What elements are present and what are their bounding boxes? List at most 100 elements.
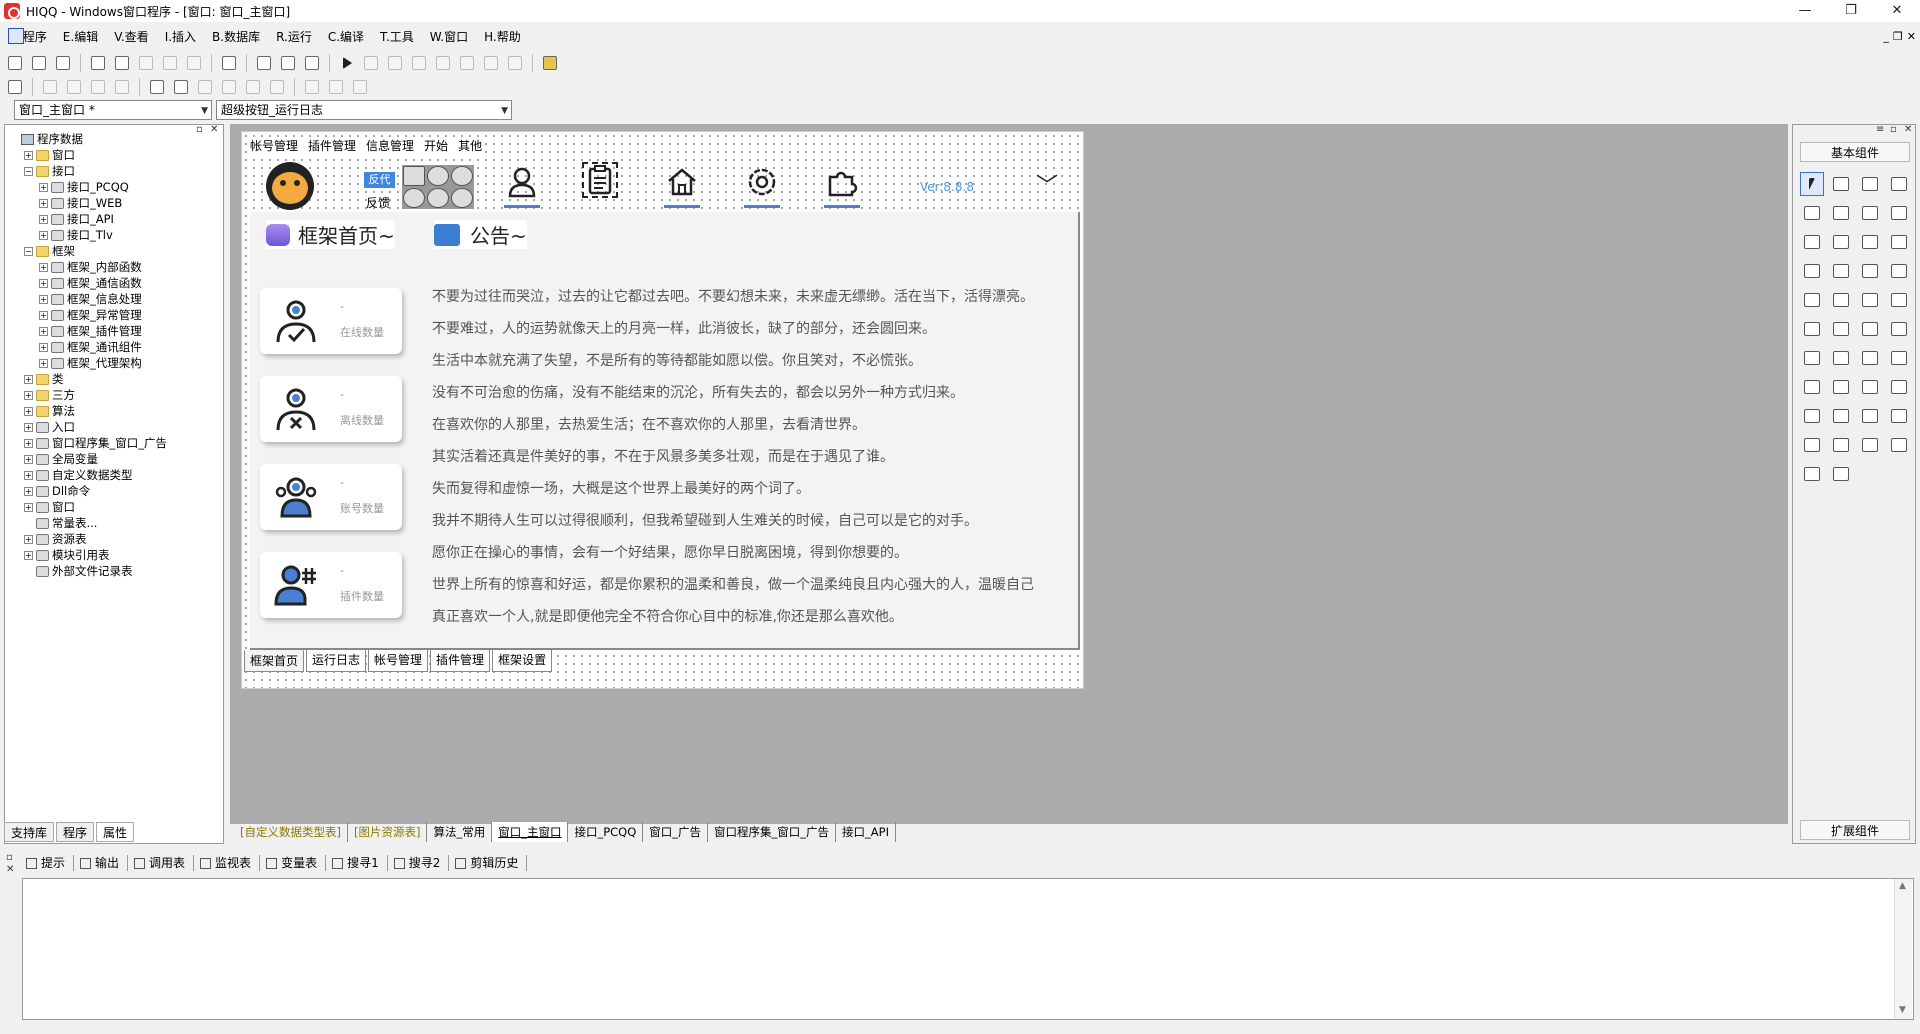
form-menu-other[interactable]: 其他 [458, 137, 482, 154]
step-1-icon[interactable] [384, 52, 406, 74]
align-left-icon[interactable] [39, 76, 61, 98]
menu-window[interactable]: W.窗口 [422, 24, 476, 50]
align-right-icon[interactable] [63, 76, 85, 98]
output-scrollbar[interactable]: ▲ ▼ [1894, 879, 1912, 1019]
component-icon[interactable] [1858, 317, 1882, 341]
right-panel-close-icon[interactable]: ✕ [1904, 124, 1912, 135]
tree-item[interactable]: + 接口_PCQQ [9, 179, 223, 195]
calendar-icon[interactable] [403, 166, 425, 186]
form-menu-start[interactable]: 开始 [424, 137, 448, 154]
component-icon[interactable] [1887, 404, 1911, 428]
expand-toggle-icon[interactable]: + [39, 326, 48, 336]
tree-item[interactable]: 外部文件记录表 [9, 563, 223, 579]
tree-item[interactable]: + 框架_通讯组件 [9, 339, 223, 355]
tree-item[interactable]: + 窗口 [9, 499, 223, 515]
tree-item[interactable]: + 框架_插件管理 [9, 323, 223, 339]
component-icon[interactable] [1800, 346, 1824, 370]
timer-icon[interactable] [427, 166, 449, 186]
layout-3-icon[interactable] [301, 52, 323, 74]
component-icon[interactable] [1800, 201, 1824, 225]
left-panel-close-icon[interactable]: ✕ [210, 124, 218, 135]
expand-toggle-icon[interactable]: + [24, 454, 33, 464]
tab-properties[interactable]: 属性 [96, 822, 135, 842]
layout-2-icon[interactable] [277, 52, 299, 74]
tab-plugin-manage[interactable]: 插件管理 [430, 650, 491, 672]
component-icon[interactable] [1829, 230, 1853, 254]
component-icon[interactable] [1800, 259, 1824, 283]
component-icon[interactable] [1887, 201, 1911, 225]
menu-help[interactable]: H.帮助 [476, 24, 529, 50]
expand-toggle-icon[interactable]: + [39, 310, 48, 320]
expand-toggle-icon[interactable]: + [24, 550, 33, 560]
expand-toggle-icon[interactable]: + [24, 438, 33, 448]
tree-item[interactable]: + 三方 [9, 387, 223, 403]
menu-view[interactable]: V.查看 [106, 24, 156, 50]
component-icon[interactable] [1887, 433, 1911, 457]
component-icon[interactable] [1887, 375, 1911, 399]
close-button[interactable]: ✕ [1874, 0, 1920, 22]
tab-run-log[interactable]: 运行日志 [306, 650, 367, 672]
tab-watch-table[interactable]: 监视表 [194, 855, 261, 871]
timer-icon[interactable] [427, 188, 449, 208]
component-icon[interactable] [1829, 433, 1853, 457]
maximize-button[interactable]: ❐ [1828, 0, 1874, 22]
component-icon[interactable] [1858, 375, 1882, 399]
timer-icon[interactable] [451, 166, 473, 186]
mdi-minimize-button[interactable]: _ [1883, 30, 1889, 43]
component-icon[interactable] [1887, 346, 1911, 370]
tree-item[interactable]: + 框架_信息处理 [9, 291, 223, 307]
component-icon[interactable] [1800, 230, 1824, 254]
tab-output[interactable]: 输出 [74, 855, 129, 871]
proxy-tag[interactable]: 反代 [364, 172, 395, 188]
component-icon[interactable] [1887, 317, 1911, 341]
tree-item[interactable]: + 接口_Tlv [9, 227, 223, 243]
expand-toggle-icon[interactable]: + [24, 374, 33, 384]
tree-item[interactable]: + 框架_代理架构 [9, 355, 223, 371]
component-icon[interactable] [1887, 172, 1911, 196]
step-3-icon[interactable] [432, 52, 454, 74]
cut-icon[interactable] [87, 52, 109, 74]
component-icon[interactable] [1800, 375, 1824, 399]
component-icon[interactable] [1800, 288, 1824, 312]
clipboard-icon[interactable] [582, 162, 618, 198]
component-icon[interactable] [1800, 317, 1824, 341]
tab-clip-history[interactable]: 剪辑历史 [449, 855, 528, 871]
tree-item[interactable]: + 窗口 [9, 147, 223, 163]
tree-item[interactable]: + 窗口程序集_窗口_广告 [9, 435, 223, 451]
control-select[interactable]: 超级按钮_运行日志 [216, 100, 512, 120]
stat-card-offline[interactable]: - 离线数量 [260, 376, 402, 442]
window-select[interactable]: 窗口_主窗口 * [14, 100, 212, 120]
tab-variable-table[interactable]: 变量表 [260, 855, 327, 871]
tree-item[interactable]: − 框架 [9, 243, 223, 259]
component-icon[interactable] [1829, 375, 1853, 399]
component-icon[interactable] [1858, 346, 1882, 370]
tree-item[interactable]: + 全局变量 [9, 451, 223, 467]
tree-item[interactable]: + 框架_内部函数 [9, 259, 223, 275]
expand-toggle-icon[interactable]: + [24, 150, 33, 160]
expand-toggle-icon[interactable]: + [24, 406, 33, 416]
tree-item[interactable]: + Dll命令 [9, 483, 223, 499]
expand-toggle-icon[interactable]: + [24, 502, 33, 512]
component-icon[interactable] [1858, 259, 1882, 283]
component-icon[interactable] [1887, 259, 1911, 283]
component-icon[interactable] [1800, 433, 1824, 457]
stop-icon[interactable] [360, 52, 382, 74]
undo-icon[interactable] [183, 52, 205, 74]
tab-frame-settings[interactable]: 框架设置 [492, 650, 553, 672]
component-icon[interactable] [1829, 317, 1853, 341]
tab-search-1[interactable]: 搜寻1 [326, 855, 388, 871]
tab-algorithm-common[interactable]: 算法_常用 [427, 822, 493, 842]
expand-toggle-icon[interactable]: + [24, 422, 33, 432]
mdi-restore-button[interactable]: ❐ [1893, 30, 1903, 43]
expand-toggle-icon[interactable]: + [39, 358, 48, 368]
layout-1-icon[interactable] [253, 52, 275, 74]
user-icon[interactable] [504, 164, 540, 208]
tab-call-table[interactable]: 调用表 [128, 855, 195, 871]
expand-toggle-icon[interactable]: + [39, 294, 48, 304]
component-icon[interactable] [1887, 230, 1911, 254]
component-icon[interactable] [1858, 230, 1882, 254]
menu-database[interactable]: B.数据库 [204, 24, 268, 50]
timer-icon[interactable] [451, 188, 473, 208]
tab-window-ad[interactable]: 窗口_广告 [643, 822, 709, 842]
menu-insert[interactable]: I.插入 [157, 24, 204, 50]
